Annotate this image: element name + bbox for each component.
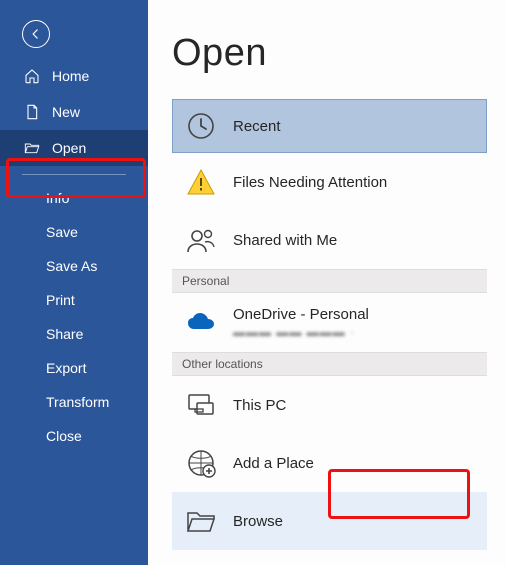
location-browse[interactable]: Browse [172,492,487,550]
location-shared-with-me[interactable]: Shared with Me [172,211,487,269]
sidebar-item-label: New [52,104,80,120]
sidebar-item-home[interactable]: Home [0,58,148,94]
sidebar-item-share[interactable]: Share [0,317,148,351]
warning-icon [185,166,217,198]
sidebar-item-save[interactable]: Save [0,215,148,249]
locations-header-other: Other locations [172,352,487,376]
location-files-needing-attention[interactable]: Files Needing Attention [172,153,487,211]
open-locations-list: Recent Files Needing Attention Shared wi… [172,99,487,550]
back-button-row [0,16,148,58]
sidebar-item-saveas[interactable]: Save As [0,249,148,283]
clock-icon [185,110,217,142]
sidebar-item-export[interactable]: Export [0,351,148,385]
sidebar-item-new[interactable]: New [0,94,148,130]
sidebar-primary-list: Home New Open [0,58,148,166]
browse-folder-icon [185,505,217,537]
back-arrow-icon [29,27,43,41]
location-label: OneDrive - Personal [233,306,369,323]
onedrive-icon [185,307,217,339]
location-add-place[interactable]: Add a Place [172,434,487,492]
back-button[interactable] [22,20,50,48]
app-root: Home New Open Info Save Save As Print Sh… [0,0,506,565]
this-pc-icon [185,389,217,421]
people-icon [185,224,217,256]
sidebar-item-open[interactable]: Open [0,130,148,166]
location-label: Add a Place [233,455,314,472]
locations-header-personal: Personal [172,269,487,293]
sidebar-item-label: Open [52,140,86,156]
location-label: This PC [233,397,286,414]
location-label: Shared with Me [233,232,337,249]
backstage-sidebar: Home New Open Info Save Save As Print Sh… [0,0,148,565]
sidebar-item-print[interactable]: Print [0,283,148,317]
page-title: Open [172,32,496,75]
new-doc-icon [24,104,40,120]
add-place-icon [185,447,217,479]
location-label: Files Needing Attention [233,174,387,191]
location-label: Recent [233,118,281,135]
location-recent[interactable]: Recent [172,99,487,153]
location-text: OneDrive - Personal ▬▬▬ ▬▬ ▬▬▬ · [233,306,369,339]
sidebar-separator [22,174,126,175]
sidebar-item-close[interactable]: Close [0,419,148,453]
sidebar-item-label: Home [52,68,89,84]
location-this-pc[interactable]: This PC [172,376,487,434]
location-onedrive-personal[interactable]: OneDrive - Personal ▬▬▬ ▬▬ ▬▬▬ · [172,293,487,352]
location-sublabel-redacted: ▬▬▬ ▬▬ ▬▬▬ · [233,325,369,339]
location-label: Browse [233,513,283,530]
sidebar-item-info[interactable]: Info [0,181,148,215]
open-folder-icon [24,140,40,156]
sidebar-item-transform[interactable]: Transform [0,385,148,419]
main-panel: Open Recent Files Needing Attention Shar… [148,0,506,565]
home-icon [24,68,40,84]
sidebar-secondary-list: Info Save Save As Print Share Export Tra… [0,181,148,453]
